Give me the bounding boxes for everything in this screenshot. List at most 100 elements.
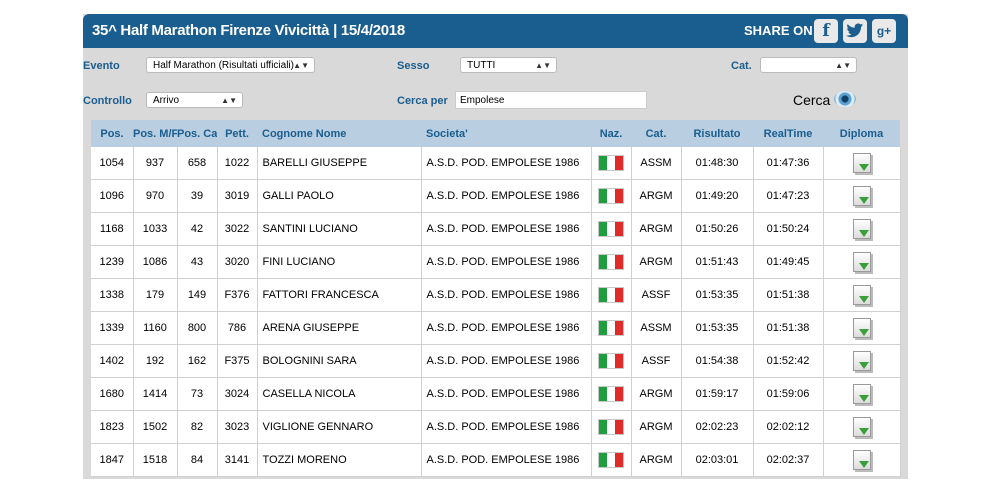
col-pett[interactable]: Pett. (217, 120, 257, 147)
cell-risultato: 01:49:20 (681, 179, 754, 213)
sesso-value: TUTTI (467, 60, 496, 71)
cell-pett: 3022 (217, 212, 258, 246)
cell-diploma (823, 410, 901, 444)
cell-pett: 3024 (217, 377, 258, 411)
results-panel: 35^ Half Marathon Firenze Vivicittà | 15… (83, 14, 908, 479)
page-title: 35^ Half Marathon Firenze Vivicittà | 15… (92, 22, 405, 39)
search-input[interactable] (455, 91, 647, 109)
results-table: Pos. Pos. M/F Pos. Cat. Pett. Cognome No… (91, 120, 901, 477)
cell-societa: A.S.D. POD. EMPOLESE 1986 (421, 245, 592, 279)
cell-naz (591, 179, 632, 213)
italy-flag-icon (598, 287, 624, 303)
download-diploma-icon[interactable] (852, 351, 871, 371)
search-button-label[interactable]: Cerca (793, 92, 830, 108)
cell-societa: A.S.D. POD. EMPOLESE 1986 (421, 410, 592, 444)
cell-pos-mf: 179 (133, 278, 178, 312)
cell-pos: 1402 (91, 344, 134, 378)
cell-diploma (823, 212, 901, 246)
cell-pos-mf: 1086 (133, 245, 178, 279)
italy-flag-icon (598, 320, 624, 336)
download-diploma-icon[interactable] (852, 285, 871, 305)
cell-name: BARELLI GIUSEPPE (257, 147, 422, 180)
select-arrows-icon: ▲▼ (221, 96, 237, 105)
download-diploma-icon[interactable] (852, 252, 871, 272)
download-diploma-icon[interactable] (852, 153, 871, 173)
controllo-label: Controllo (83, 95, 132, 107)
facebook-icon[interactable]: f (814, 19, 838, 43)
cell-realtime: 01:50:24 (753, 212, 824, 246)
col-pos-cat[interactable]: Pos. Cat. (177, 120, 217, 147)
cell-risultato: 02:03:01 (681, 443, 754, 477)
cell-name: CASELLA NICOLA (257, 377, 422, 411)
cell-pett: F375 (217, 344, 258, 378)
table-row: 1823 1502 82 3023 VIGLIONE GENNARO A.S.D. POD… (91, 410, 901, 444)
download-diploma-icon[interactable] (852, 186, 871, 206)
col-pos[interactable]: Pos. (91, 120, 133, 147)
select-arrows-icon: ▲▼ (835, 61, 851, 70)
cell-societa: A.S.D. POD. EMPOLESE 1986 (421, 147, 592, 180)
evento-value: Half Marathon (Risultati ufficiali) (153, 60, 294, 71)
cell-naz (591, 278, 632, 312)
download-diploma-icon[interactable] (852, 384, 871, 404)
download-diploma-icon[interactable] (852, 450, 871, 470)
google-plus-icon[interactable]: g+ (872, 19, 896, 43)
col-pos-mf[interactable]: Pos. M/F (133, 120, 177, 147)
cell-naz (591, 443, 632, 477)
cell-pos: 1239 (91, 245, 134, 279)
table-row: 1054 937 658 1022 BARELLI GIUSEPPE A.S.D. POD… (91, 147, 901, 180)
cell-societa: A.S.D. POD. EMPOLESE 1986 (421, 443, 592, 477)
cell-realtime: 02:02:12 (753, 410, 824, 444)
cell-pos: 1847 (91, 443, 134, 477)
table-row: 1168 1033 42 3022 SANTINI LUCIANO A.S.D. POD.… (91, 212, 901, 246)
cell-pos-cat: 39 (177, 179, 218, 213)
col-societa[interactable]: Societa' (421, 120, 591, 147)
cell-name: GALLI PAOLO (257, 179, 422, 213)
cell-realtime: 01:52:42 (753, 344, 824, 378)
cell-name: ARENA GIUSEPPE (257, 311, 422, 345)
cell-realtime: 02:02:37 (753, 443, 824, 477)
cell-name: SANTINI LUCIANO (257, 212, 422, 246)
cerca-per-label: Cerca per (397, 95, 448, 107)
cell-realtime: 01:51:38 (753, 278, 824, 312)
italy-flag-icon (598, 188, 624, 204)
col-naz[interactable]: Naz. (591, 120, 631, 147)
cell-cat: ARGM (631, 179, 682, 213)
cell-diploma (823, 377, 901, 411)
cell-pos-cat: 73 (177, 377, 218, 411)
download-diploma-icon[interactable] (852, 318, 871, 338)
cell-cat: ARGM (631, 377, 682, 411)
download-diploma-icon[interactable] (852, 417, 871, 437)
evento-select[interactable]: Half Marathon (Risultati ufficiali) ▲▼ (146, 57, 315, 73)
cell-cat: ASSM (631, 147, 682, 180)
cell-cat: ASSF (631, 344, 682, 378)
cell-realtime: 01:47:36 (753, 147, 824, 180)
cell-risultato: 01:50:26 (681, 212, 754, 246)
cell-pos-mf: 1518 (133, 443, 178, 477)
cell-diploma (823, 179, 901, 213)
cell-societa: A.S.D. POD. EMPOLESE 1986 (421, 278, 592, 312)
italy-flag-icon (598, 221, 624, 237)
controllo-select[interactable]: Arrivo ▲▼ (146, 92, 243, 108)
cell-pos: 1096 (91, 179, 134, 213)
cell-cat: ARGM (631, 245, 682, 279)
col-cat[interactable]: Cat. (631, 120, 681, 147)
select-arrows-icon: ▲▼ (535, 61, 551, 70)
cell-realtime: 01:47:23 (753, 179, 824, 213)
download-diploma-icon[interactable] (852, 219, 871, 239)
cell-pos: 1680 (91, 377, 134, 411)
select-arrows-icon: ▲▼ (293, 61, 309, 70)
cell-realtime: 01:51:38 (753, 311, 824, 345)
cell-name: VIGLIONE GENNARO (257, 410, 422, 444)
sesso-select[interactable]: TUTTI ▲▼ (460, 57, 557, 73)
twitter-icon[interactable] (843, 19, 867, 43)
cell-naz (591, 344, 632, 378)
col-risultato[interactable]: Risultato (681, 120, 753, 147)
cell-naz (591, 311, 632, 345)
italy-flag-icon (598, 353, 624, 369)
col-realtime[interactable]: RealTime (753, 120, 823, 147)
cell-name: FINI LUCIANO (257, 245, 422, 279)
cell-cat: ASSM (631, 311, 682, 345)
cat-select[interactable]: ▲▼ (760, 57, 857, 73)
col-name[interactable]: Cognome Nome (257, 120, 421, 147)
search-eye-icon[interactable] (834, 91, 856, 107)
